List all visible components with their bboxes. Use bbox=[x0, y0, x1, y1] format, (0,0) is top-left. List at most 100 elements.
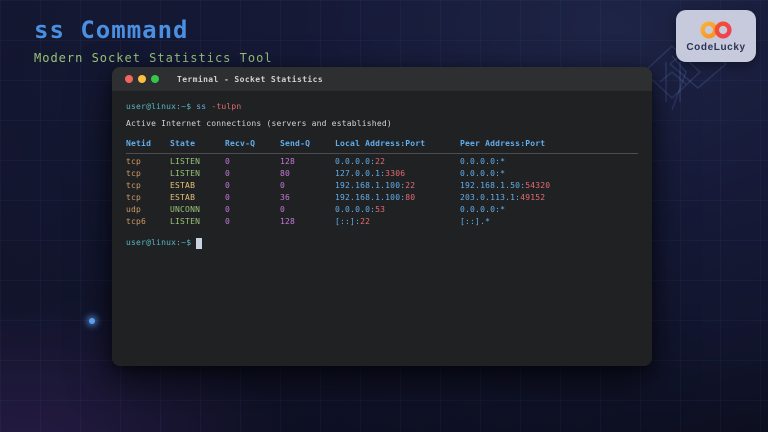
state-value: LISTEN bbox=[170, 157, 200, 166]
local-port: 3306 bbox=[385, 169, 405, 178]
peer-address: 203.0.113.1: bbox=[460, 193, 520, 202]
state-value: LISTEN bbox=[170, 169, 200, 178]
socket-row: tcp LISTEN 0 128 0.0.0.0:22 0.0.0.0:* bbox=[126, 156, 638, 168]
cell-local-address: [::]:22 bbox=[335, 216, 460, 228]
netid-value: tcp6 bbox=[126, 217, 146, 226]
cell-peer-address: [::].* bbox=[460, 216, 638, 228]
cell-netid: udp bbox=[126, 204, 170, 216]
netid-value: udp bbox=[126, 205, 141, 214]
page-subtitle: Modern Socket Statistics Tool bbox=[34, 51, 273, 65]
column-header: Peer Address:Port bbox=[460, 138, 638, 150]
prompt: user@linux:~$ bbox=[126, 237, 191, 249]
recvq-value: 0 bbox=[225, 157, 230, 166]
command-line: user@linux:~$ ss -tulpn bbox=[126, 101, 638, 113]
socket-row: tcp6LISTEN0128[::]:22[::].* bbox=[126, 216, 638, 228]
command: ss bbox=[196, 102, 206, 111]
sendq-value: 80 bbox=[280, 169, 290, 178]
cell-netid: tcp bbox=[126, 180, 170, 192]
header-separator bbox=[126, 153, 638, 154]
socket-row: tcpESTAB00192.168.1.100:22192.168.1.50:5… bbox=[126, 180, 638, 192]
sendq-value: 0 bbox=[280, 181, 285, 190]
state-value: UNCONN bbox=[170, 205, 200, 214]
cell-peer-address: 192.168.1.50:54320 bbox=[460, 180, 638, 192]
cell-sendq: 128 bbox=[280, 156, 335, 168]
cell-netid: tcp bbox=[126, 192, 170, 204]
table-header-row: NetidStateRecv-QSend-QLocal Address:Port… bbox=[126, 138, 638, 150]
socket-row: tcpLISTEN080127.0.0.1:33060.0.0.0:* bbox=[126, 168, 638, 180]
terminal-body: user@linux:~$ ss -tulpn Active Internet … bbox=[112, 91, 652, 249]
close-button[interactable] bbox=[125, 75, 133, 83]
local-port: 80 bbox=[405, 193, 415, 202]
cell-netid: tcp6 bbox=[126, 216, 170, 228]
cell-local-address: 127.0.0.1:3306 bbox=[335, 168, 460, 180]
local-address: 0.0.0.0: bbox=[335, 157, 375, 166]
column-header: Recv-Q bbox=[225, 138, 280, 150]
local-address: 192.168.1.100: bbox=[335, 181, 405, 190]
cell-state: LISTEN bbox=[170, 168, 225, 180]
bottom-prompt-line: user@linux:~$ bbox=[126, 237, 638, 249]
cell-recvq: 0 bbox=[225, 156, 280, 168]
cell-recvq: 0 bbox=[225, 180, 280, 192]
cell-recvq: 0 bbox=[225, 168, 280, 180]
cell-peer-address: 203.0.113.1:49152 bbox=[460, 192, 638, 204]
recvq-value: 0 bbox=[225, 181, 230, 190]
logo-text: CodeLucky bbox=[686, 42, 745, 53]
column-header: Send-Q bbox=[280, 138, 335, 150]
cell-sendq: 36 bbox=[280, 192, 335, 204]
recvq-value: 0 bbox=[225, 193, 230, 202]
netid-value: tcp bbox=[126, 181, 141, 190]
terminal-cursor[interactable] bbox=[196, 238, 202, 249]
peer-port: 49152 bbox=[520, 193, 545, 202]
peer-address: 0.0.0.0:* bbox=[460, 205, 505, 214]
cell-local-address: 192.168.1.100:22 bbox=[335, 180, 460, 192]
cell-sendq: 0 bbox=[280, 180, 335, 192]
local-port: 53 bbox=[375, 205, 385, 214]
prompt: user@linux:~$ bbox=[126, 102, 191, 111]
socket-row: udpUNCONN000.0.0.0:530.0.0.0:* bbox=[126, 204, 638, 216]
cell-netid: tcp bbox=[126, 156, 170, 168]
cell-netid: tcp bbox=[126, 168, 170, 180]
cell-local-address: 192.168.1.100:80 bbox=[335, 192, 460, 204]
local-port: 22 bbox=[405, 181, 415, 190]
local-port: 22 bbox=[375, 157, 385, 166]
cell-sendq: 80 bbox=[280, 168, 335, 180]
cell-peer-address: 0.0.0.0:* bbox=[460, 168, 638, 180]
terminal-titlebar: Terminal - Socket Statistics bbox=[112, 67, 652, 91]
recvq-value: 0 bbox=[225, 169, 230, 178]
netid-value: tcp bbox=[126, 169, 141, 178]
cell-local-address: 0.0.0.0:53 bbox=[335, 204, 460, 216]
terminal-title: Terminal - Socket Statistics bbox=[177, 75, 323, 84]
codelucky-logo: CodeLucky bbox=[676, 10, 756, 62]
cell-sendq: 128 bbox=[280, 216, 335, 228]
cell-state: ESTAB bbox=[170, 180, 225, 192]
cell-state: LISTEN bbox=[170, 156, 225, 168]
socket-row: tcpESTAB036192.168.1.100:80203.0.113.1:4… bbox=[126, 192, 638, 204]
cell-state: LISTEN bbox=[170, 216, 225, 228]
netid-value: tcp bbox=[126, 157, 141, 166]
minimize-button[interactable] bbox=[138, 75, 146, 83]
page-header: ss Command Modern Socket Statistics Tool bbox=[34, 16, 273, 65]
recvq-value: 0 bbox=[225, 205, 230, 214]
page-title: ss Command bbox=[34, 16, 273, 44]
column-header: Netid bbox=[126, 138, 170, 150]
infinity-icon bbox=[697, 20, 735, 40]
peer-address: [::].* bbox=[460, 217, 490, 226]
state-value: ESTAB bbox=[170, 181, 195, 190]
peer-address: 0.0.0.0:* bbox=[460, 169, 505, 178]
cell-sendq: 0 bbox=[280, 204, 335, 216]
cell-state: ESTAB bbox=[170, 192, 225, 204]
local-address: 0.0.0.0: bbox=[335, 205, 375, 214]
peer-address: 0.0.0.0:* bbox=[460, 157, 505, 166]
peer-address: 192.168.1.50: bbox=[460, 181, 525, 190]
state-value: LISTEN bbox=[170, 217, 200, 226]
local-address: 127.0.0.1: bbox=[335, 169, 385, 178]
maximize-button[interactable] bbox=[151, 75, 159, 83]
column-header: Local Address:Port bbox=[335, 138, 460, 150]
sendq-value: 128 bbox=[280, 157, 295, 166]
sendq-value: 0 bbox=[280, 205, 285, 214]
netid-value: tcp bbox=[126, 193, 141, 202]
local-address: 192.168.1.100: bbox=[335, 193, 405, 202]
command-args: -tulpn bbox=[211, 102, 241, 111]
output-heading: Active Internet connections (servers and… bbox=[126, 118, 638, 130]
glow-dot bbox=[89, 318, 95, 324]
